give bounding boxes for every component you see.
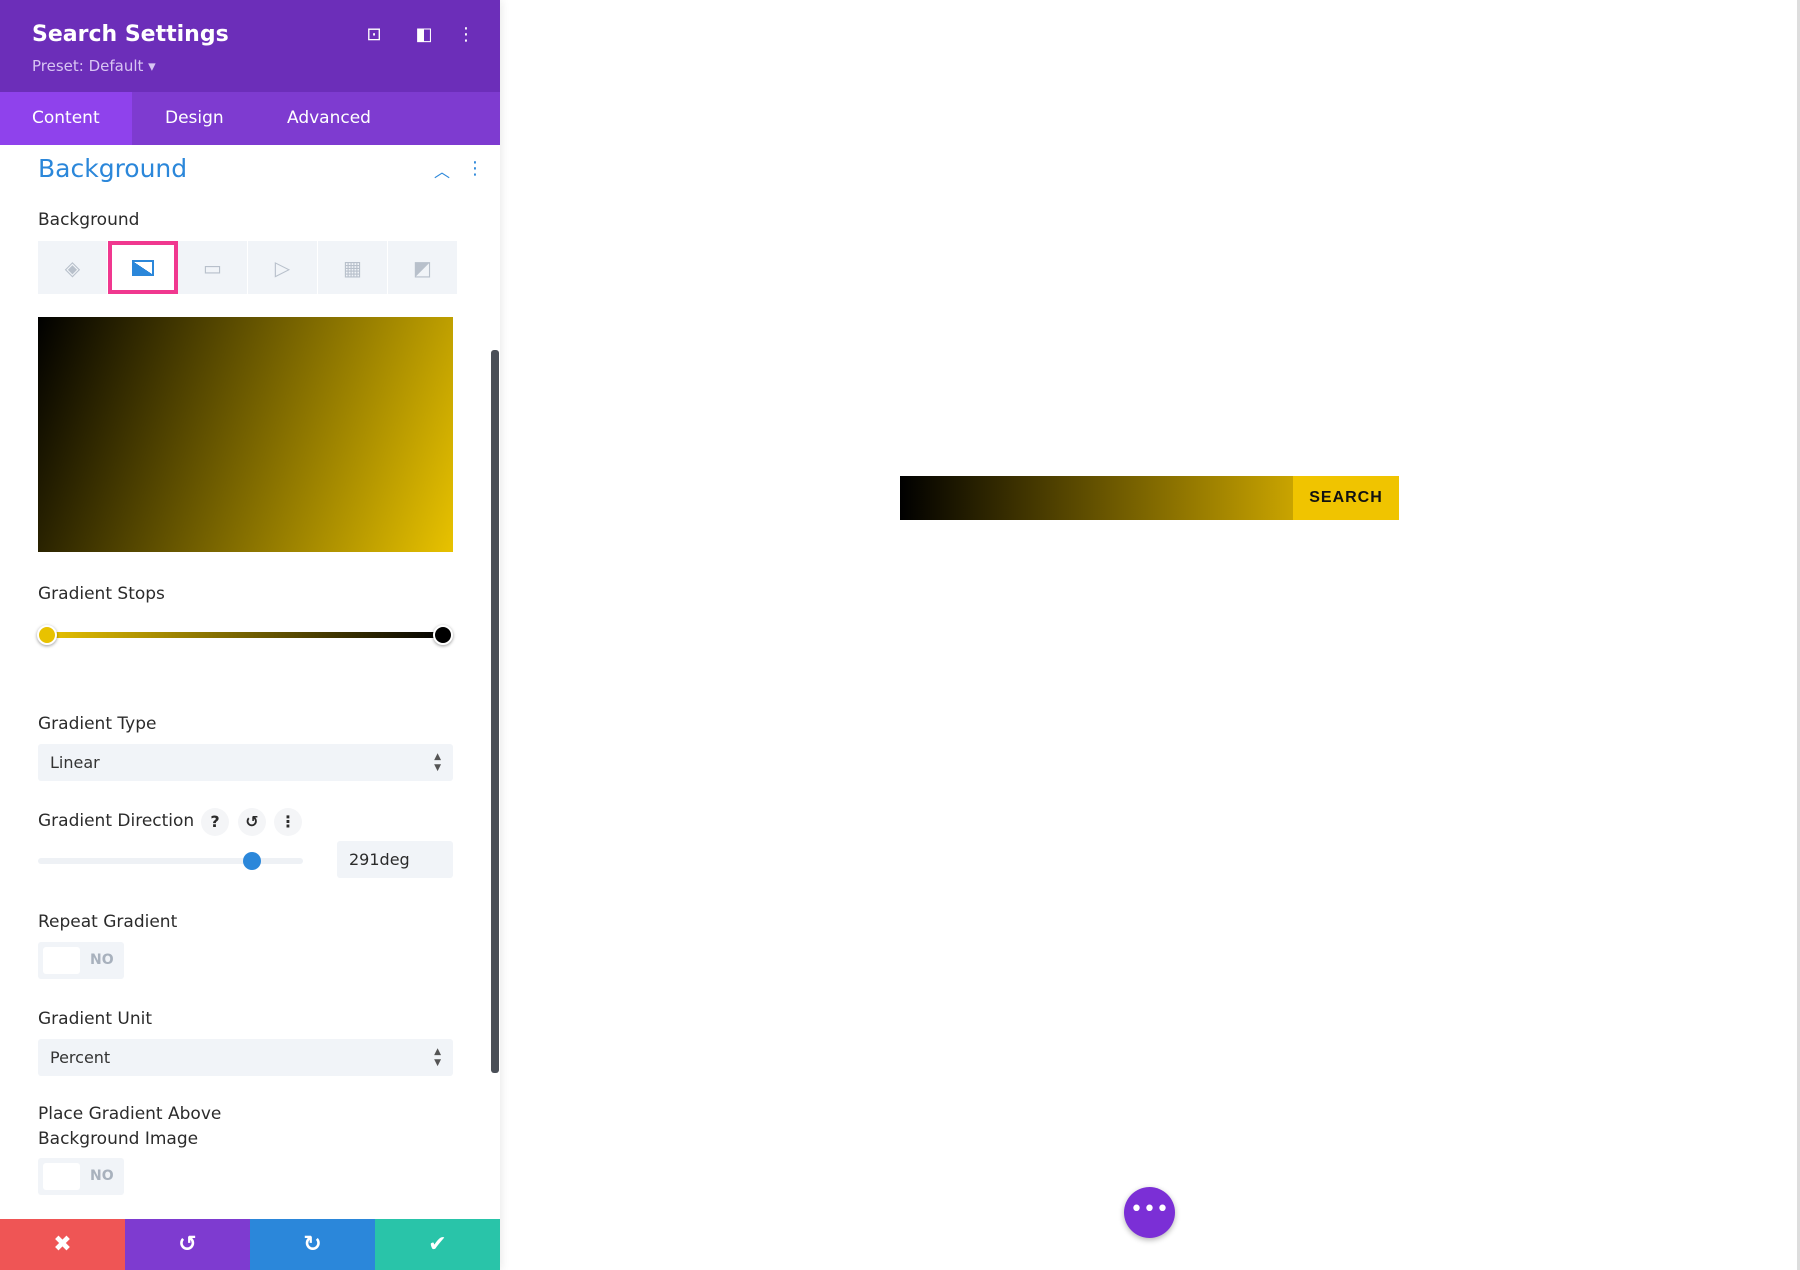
gradient-stops-bar[interactable] <box>47 632 443 638</box>
gradient-type-label: Gradient Type <box>38 714 157 734</box>
gradient-unit-select[interactable]: Percent ▲ ▼ <box>38 1039 453 1076</box>
reset-icon[interactable]: ↺ <box>238 808 266 836</box>
gradient-type-select[interactable]: Linear ▲ ▼ <box>38 744 453 781</box>
split-view-icon[interactable]: ◧ <box>412 24 436 45</box>
save-button[interactable]: ✔ <box>375 1219 500 1270</box>
gradient-direction-label: Gradient Direction <box>38 811 195 831</box>
undo-button[interactable]: ↺ <box>125 1219 250 1270</box>
help-icon[interactable]: ? <box>201 808 229 836</box>
scrollbar[interactable] <box>491 350 499 1073</box>
settings-panel: Search Settings Preset: Default ▾ ⊡ ◧ ⋮ … <box>0 0 500 1270</box>
panel-title: Search Settings <box>32 22 229 47</box>
more-actions-button[interactable]: ••• <box>1124 1187 1175 1238</box>
chevron-up-icon[interactable]: ︿ <box>434 158 450 182</box>
more-icon[interactable]: ⋮ <box>454 24 478 45</box>
gradient-preview <box>38 317 453 552</box>
gradient-stop-end[interactable] <box>433 625 453 645</box>
redo-button[interactable]: ↻ <box>250 1219 375 1270</box>
tab-bar: Content Design Advanced <box>0 92 500 145</box>
place-above-label-2: Background Image <box>38 1129 199 1149</box>
mask-icon[interactable]: ◩ <box>388 241 458 294</box>
pattern-icon[interactable]: ▦ <box>318 241 388 294</box>
check-icon: ✔ <box>428 1232 447 1257</box>
section-title[interactable]: Background <box>38 154 187 183</box>
gradient-stop-start[interactable] <box>37 625 57 645</box>
gradient-direction-slider[interactable] <box>38 858 303 864</box>
search-button[interactable]: SEARCH <box>1293 476 1399 520</box>
select-arrows-icon: ▲ ▼ <box>434 1047 441 1068</box>
gradient-type-value: Linear <box>50 753 100 772</box>
gradient-stops-label: Gradient Stops <box>38 584 165 604</box>
place-above-label-1: Place Gradient Above <box>38 1104 222 1124</box>
gradient-unit-label: Gradient Unit <box>38 1009 153 1029</box>
tab-design[interactable]: Design <box>133 92 256 145</box>
select-arrows-icon: ▲ ▼ <box>434 752 441 773</box>
toggle-state: NO <box>90 1168 114 1184</box>
background-type-selector: ◈ ▭ ▷ ▦ ◩ <box>38 241 458 294</box>
gradient-unit-value: Percent <box>50 1048 111 1067</box>
panel-footer: ✖ ↺ ↻ ✔ <box>0 1219 500 1270</box>
image-icon[interactable]: ▭ <box>178 241 248 294</box>
video-icon[interactable]: ▷ <box>248 241 318 294</box>
focus-icon[interactable]: ⊡ <box>362 24 386 45</box>
tab-advanced[interactable]: Advanced <box>255 92 403 145</box>
repeat-gradient-label: Repeat Gradient <box>38 912 178 932</box>
background-label: Background <box>38 210 140 230</box>
panel-header: Search Settings Preset: Default ▾ ⊡ ◧ ⋮ <box>0 0 500 92</box>
toggle-knob <box>43 1163 80 1190</box>
preset-dropdown[interactable]: Preset: Default ▾ <box>32 57 156 75</box>
more-options-icon[interactable]: ⋮ <box>274 808 302 836</box>
tab-content[interactable]: Content <box>0 92 132 145</box>
ellipsis-icon: ••• <box>1130 1197 1169 1222</box>
toggle-state: NO <box>90 952 114 968</box>
color-fill-icon[interactable]: ◈ <box>38 241 108 294</box>
redo-icon: ↻ <box>303 1232 322 1257</box>
close-icon: ✖ <box>53 1232 72 1257</box>
search-input[interactable] <box>900 476 1293 520</box>
slider-thumb[interactable] <box>243 852 262 870</box>
cancel-button[interactable]: ✖ <box>0 1219 125 1270</box>
gradient-icon[interactable] <box>108 241 178 294</box>
section-more-icon[interactable]: ⋮ <box>466 158 484 179</box>
undo-icon: ↺ <box>178 1232 197 1257</box>
toggle-knob <box>43 947 80 974</box>
repeat-gradient-toggle[interactable]: NO <box>38 942 124 979</box>
gradient-direction-input[interactable]: 291deg <box>337 841 453 878</box>
place-above-toggle[interactable]: NO <box>38 1158 124 1195</box>
